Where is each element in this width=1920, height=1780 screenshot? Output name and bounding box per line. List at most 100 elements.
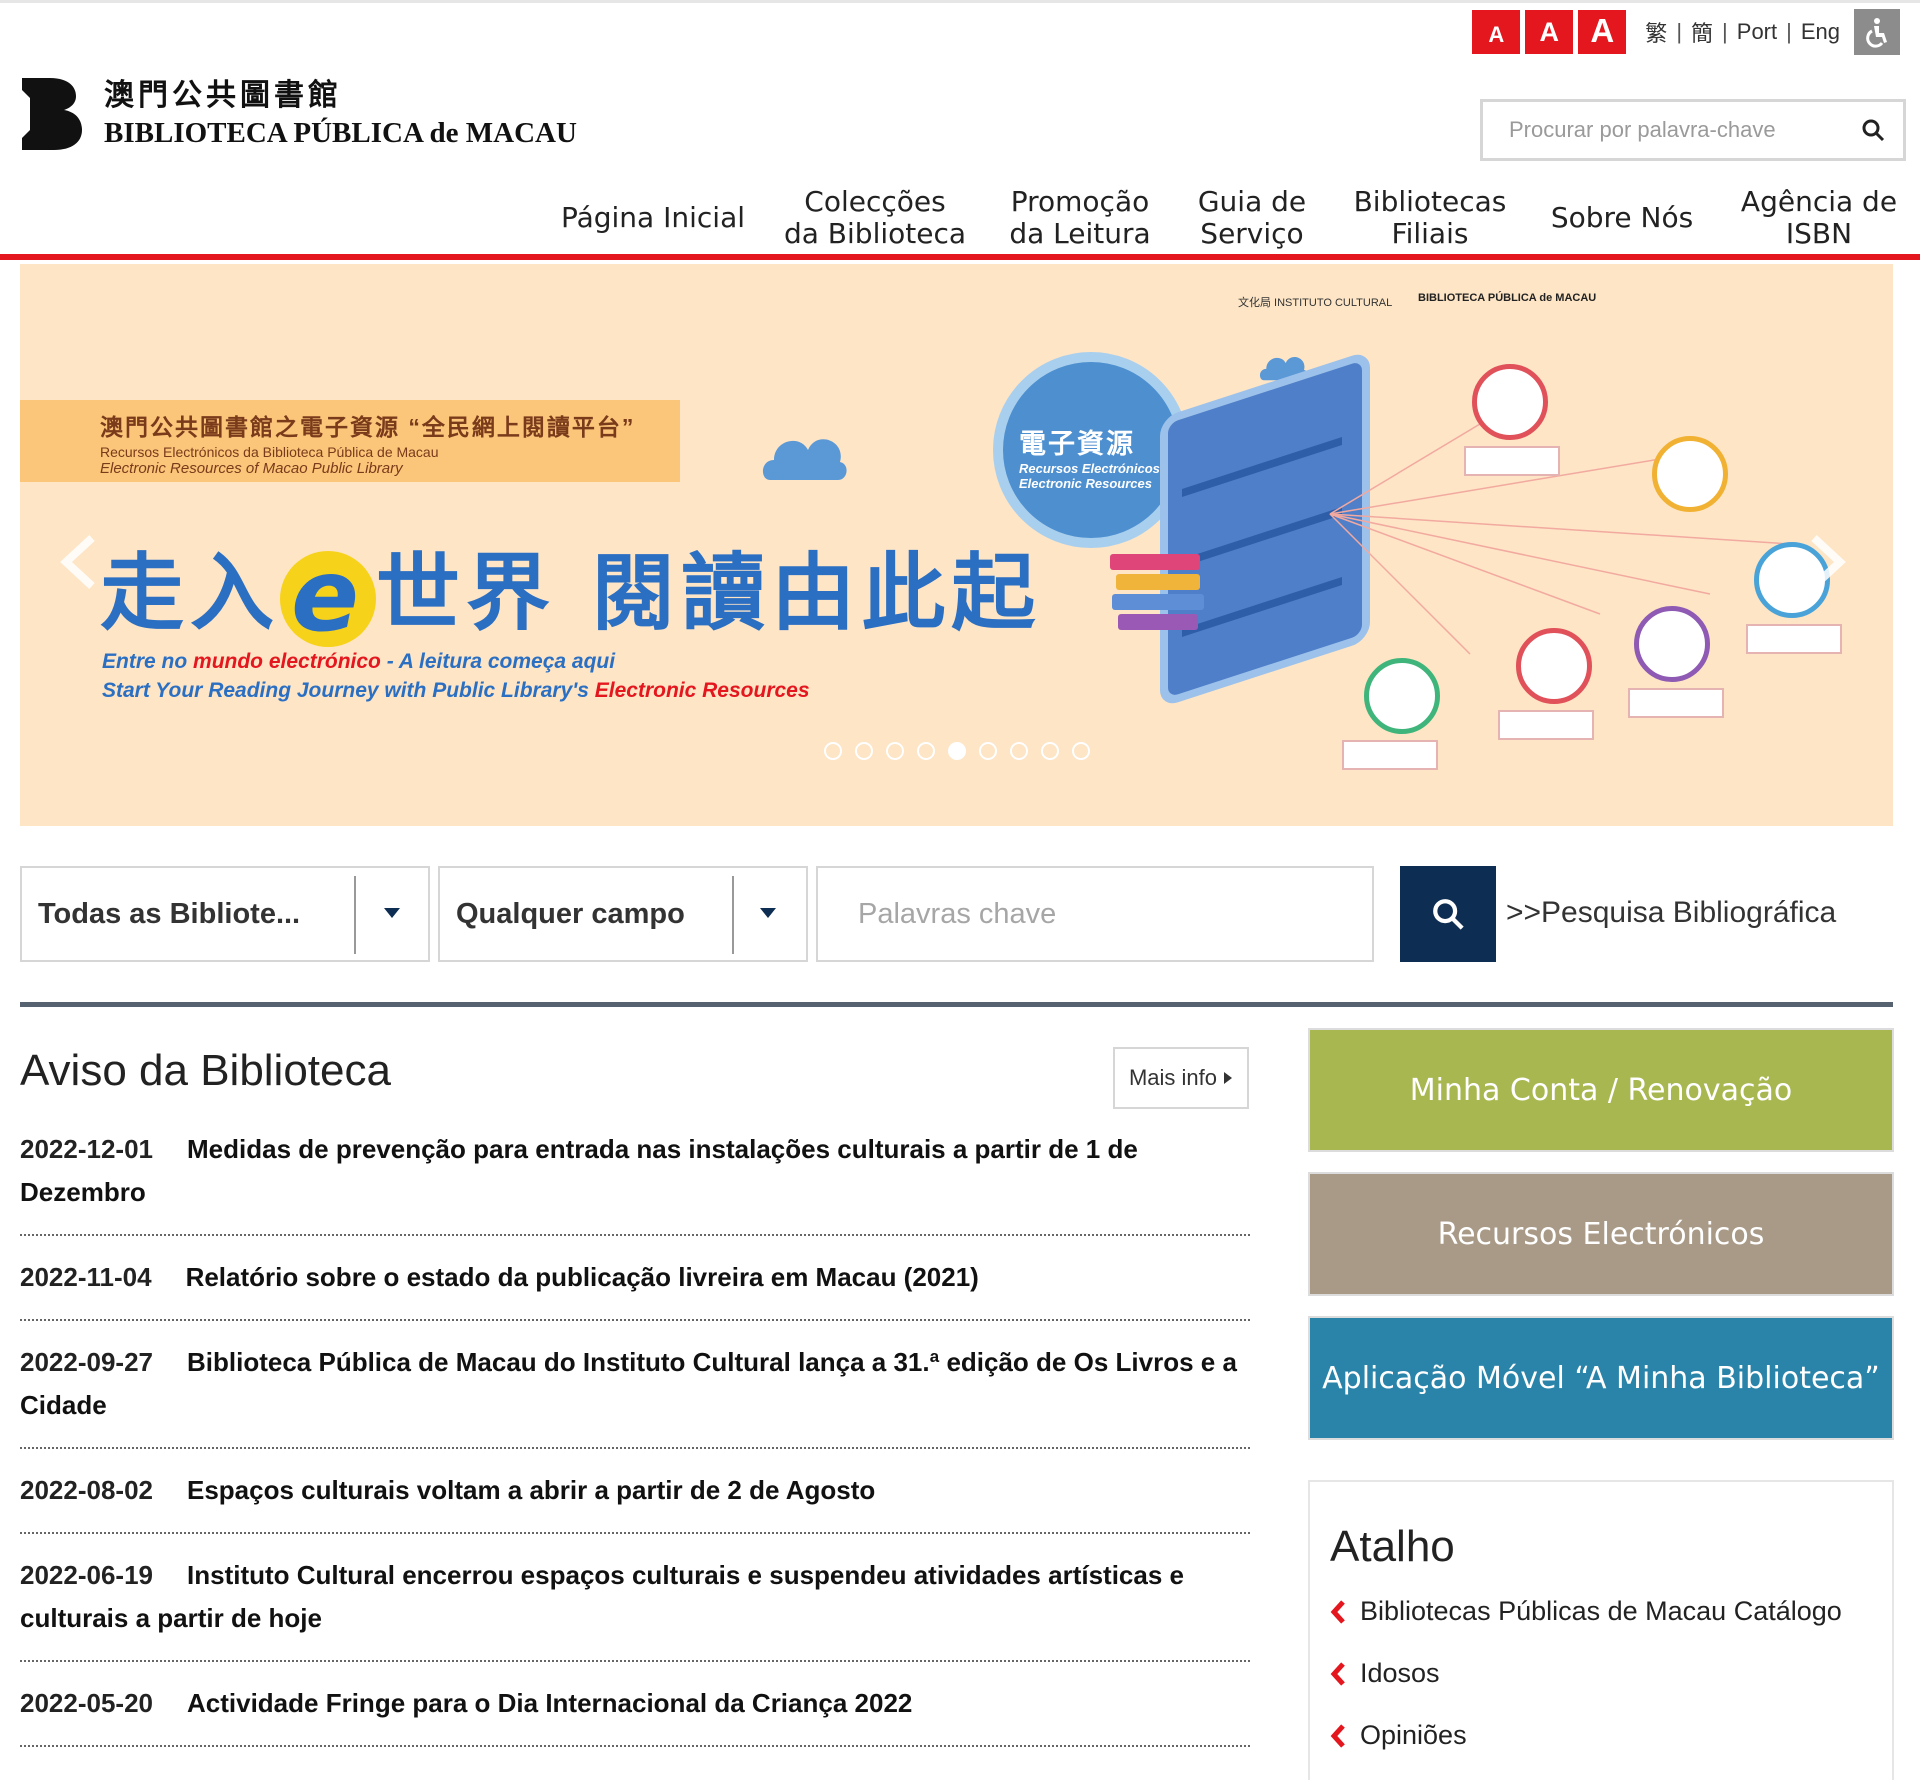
library-select[interactable]: Todas as Bibliote... — [20, 866, 430, 962]
children-learning-node-icon — [1634, 606, 1710, 682]
shortcuts-panel: Atalho Bibliotecas Públicas de Macau Cat… — [1308, 1480, 1894, 1780]
nav-reading-label-2: da Leitura — [1009, 217, 1151, 250]
caret-right-icon — [1224, 1072, 1233, 1084]
hero-carousel[interactable]: 文化局 INSTITUTO CULTURAL BIBLIOTECA PÚBLIC… — [20, 264, 1893, 826]
catalog-search-button[interactable] — [1400, 866, 1496, 962]
catalog-search: Todas as Bibliote... Qualquer campo >>Pe… — [20, 866, 1920, 962]
notice-title: Medidas de prevenção para entrada nas in… — [20, 1134, 1138, 1207]
top-border — [0, 0, 1920, 3]
notice-item[interactable]: 2022-06-19 Instituto Cultural encerrou es… — [20, 1554, 1250, 1662]
ribbon-portuguese: Recursos Electrónicos da Biblioteca Públ… — [100, 444, 439, 460]
shortcut-seniors[interactable]: Idosos — [1330, 1658, 1440, 1689]
site-search-input[interactable] — [1507, 116, 1847, 144]
keyword-input[interactable] — [856, 896, 1336, 932]
carousel-dot[interactable] — [824, 742, 842, 760]
lang-portuguese[interactable]: Port — [1737, 19, 1777, 45]
book — [1116, 574, 1200, 590]
my-account-tile[interactable]: Minha Conta / Renovação — [1308, 1028, 1894, 1152]
chevron-left-icon — [1330, 1661, 1345, 1686]
logo-chinese-name: 澳門公共圖書館 — [104, 79, 342, 112]
bibliographic-search-link[interactable]: >>Pesquisa Bibliográfica — [1506, 896, 1836, 930]
site-search — [1480, 99, 1906, 161]
carousel-dot[interactable] — [855, 742, 873, 760]
mobile-app-tile[interactable]: Aplicação Móvel “A Minha Biblioteca” — [1308, 1316, 1894, 1440]
carousel-dot[interactable] — [1072, 742, 1090, 760]
notice-item[interactable]: 2022-11-04 Relatório sobre o estado da pu… — [20, 1256, 1250, 1321]
subtitle-pt-highlight: mundo electrónico — [193, 650, 381, 673]
headline-part-2: 世界 閱讀由此起 — [376, 544, 1042, 642]
field-select-value: Qualquer campo — [456, 897, 685, 930]
keyword-field — [816, 866, 1374, 962]
carousel-dot[interactable] — [917, 742, 935, 760]
lang-english[interactable]: Eng — [1801, 19, 1840, 45]
nav-collections[interactable]: Colecções da Biblioteca — [780, 180, 970, 256]
site-logo[interactable]: 澳門公共圖書館 BIBLIOTECA PÚBLICA de MACAU — [20, 76, 577, 152]
carousel-dot[interactable] — [886, 742, 904, 760]
nav-reading-promotion[interactable]: Promoção da Leitura — [1000, 180, 1160, 256]
node-label — [1464, 446, 1560, 476]
subtitle-en-a: Start Your Reading Journey with Public L… — [102, 679, 595, 702]
bubble-portuguese: Recursos Electrónicos — [1019, 461, 1160, 476]
notice-item[interactable]: 2022-05-20 Actividade Fringe para o Dia I… — [20, 1682, 1250, 1747]
headline-part-1: 走入 — [100, 544, 281, 642]
shortcut-feedback[interactable]: Opiniões — [1330, 1720, 1467, 1751]
search-icon[interactable] — [1861, 118, 1885, 142]
shortcut-label: Opiniões — [1360, 1720, 1467, 1750]
book — [1112, 594, 1204, 610]
cloud-icon — [762, 439, 847, 480]
notices-title: Aviso da Biblioteca — [20, 1046, 391, 1095]
book — [1118, 614, 1198, 630]
nav-branch-libraries[interactable]: Bibliotecas Filiais — [1350, 180, 1510, 256]
bubble-chinese: 電子資源 — [1019, 429, 1135, 459]
notice-date: 2022-05-20 — [20, 1688, 153, 1718]
ribbon-chinese: 澳門公共圖書館之電子資源 “全民網上閱讀平台” — [100, 414, 636, 440]
notice-date: 2022-11-04 — [20, 1262, 152, 1292]
select-divider — [354, 876, 356, 954]
chevron-left-icon — [1330, 1599, 1345, 1624]
banner-ribbon: 澳門公共圖書館之電子資源 “全民網上閱讀平台” Recursos Electró… — [20, 400, 680, 482]
banner-subtitle-pt: Entre no mundo electrónico - A leitura c… — [102, 650, 615, 674]
notice-title: Instituto Cultural encerrou espaços cult… — [20, 1560, 1184, 1633]
nav-service-guide[interactable]: Guia de Serviço — [1190, 180, 1314, 256]
nav-collections-label-2: da Biblioteca — [783, 217, 967, 250]
banner-library-logo: BIBLIOTECA PÚBLICA de MACAU — [1418, 292, 1597, 304]
nav-isbn-agency[interactable]: Agência de ISBN — [1738, 180, 1900, 256]
book-stack-illustration — [1110, 554, 1210, 638]
nav-guide-label-1: Guia de — [1197, 185, 1307, 218]
font-size-medium-button[interactable]: A — [1525, 10, 1574, 54]
ebooks-node-icon — [1652, 436, 1728, 512]
notice-date: 2022-06-19 — [20, 1560, 153, 1590]
carousel-dot[interactable] — [1010, 742, 1028, 760]
utility-bar: A A A 繁 | 簡 | Port | Eng — [1472, 8, 1900, 56]
nav-about-us[interactable]: Sobre Nós — [1546, 180, 1698, 256]
lang-traditional-chinese[interactable]: 繁 — [1645, 16, 1667, 48]
eresources-tile[interactable]: Recursos Electrónicos — [1308, 1172, 1894, 1296]
node-label — [1628, 688, 1724, 718]
lang-simplified-chinese[interactable]: 簡 — [1691, 16, 1713, 48]
notice-item[interactable]: 2022-12-01 Medidas de prevenção para entr… — [20, 1128, 1250, 1236]
section-divider — [20, 1002, 1893, 1007]
more-info-button[interactable]: Mais info — [1113, 1047, 1249, 1109]
notice-date: 2022-12-01 — [20, 1134, 153, 1164]
lang-separator: | — [1676, 19, 1683, 44]
more-info-label: Mais info — [1128, 1065, 1218, 1090]
font-size-large-button[interactable]: A — [1578, 10, 1627, 54]
notice-item[interactable]: 2022-08-02 Espaços culturais voltam a abr… — [20, 1469, 1250, 1534]
subtitle-pt-a: Entre no — [102, 650, 194, 673]
carousel-dot[interactable] — [1041, 742, 1059, 760]
chevron-left-icon — [1330, 1723, 1345, 1748]
carousel-dot[interactable] — [948, 742, 966, 760]
carousel-dot[interactable] — [979, 742, 997, 760]
bubble-english: Electronic Resources — [1019, 476, 1152, 491]
notice-item[interactable]: 2022-09-27 Biblioteca Pública de Macau do… — [20, 1341, 1250, 1449]
accessibility-icon[interactable] — [1854, 9, 1900, 55]
font-size-small-button[interactable]: A — [1472, 10, 1521, 54]
language-switcher: 繁 | 簡 | Port | Eng — [1645, 16, 1840, 48]
nav-home[interactable]: Página Inicial — [560, 180, 746, 256]
shortcut-catalog[interactable]: Bibliotecas Públicas de Macau Catálogo — [1330, 1596, 1842, 1627]
carousel-next-icon[interactable] — [1808, 534, 1848, 590]
carousel-prev-icon[interactable] — [58, 534, 98, 590]
field-select[interactable]: Qualquer campo — [438, 866, 808, 962]
nav-isbn-label-2: ISBN — [1785, 217, 1853, 250]
notice-date: 2022-09-27 — [20, 1347, 153, 1377]
